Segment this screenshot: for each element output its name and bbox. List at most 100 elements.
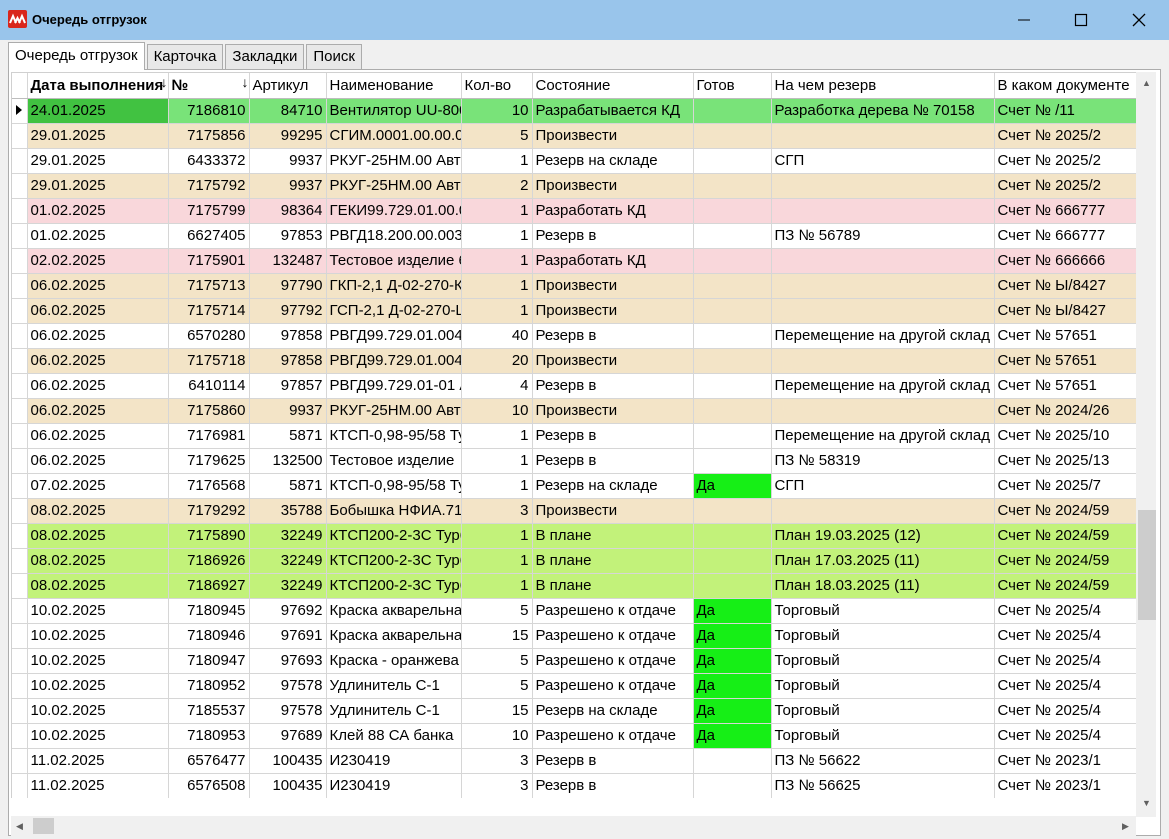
cell-state[interactable]: Произвести (532, 273, 694, 299)
cell-ready[interactable] (693, 423, 772, 449)
cell-document[interactable]: Счет № 57651 (994, 323, 1136, 349)
cell-article[interactable]: 32249 (249, 548, 327, 574)
cell-article[interactable]: 97792 (249, 298, 327, 324)
scroll-right-icon[interactable]: ▶ (1122, 821, 1129, 832)
cell-number[interactable]: 6433372 (168, 148, 250, 174)
cell-date[interactable]: 06.02.2025 (27, 273, 169, 299)
cell-quantity[interactable]: 40 (461, 323, 533, 349)
cell-quantity[interactable]: 1 (461, 298, 533, 324)
row-indicator[interactable] (12, 348, 28, 374)
cell-date[interactable]: 10.02.2025 (27, 598, 169, 624)
table-row[interactable]: 06.02.2025 7175714 97792 ГСП-2,1 Д-02-270-Ш… (12, 298, 1136, 324)
cell-article[interactable]: 97858 (249, 348, 327, 374)
column-header-document[interactable]: В каком документе (994, 73, 1136, 99)
cell-name[interactable]: Бобышка НФИА.71 (326, 498, 462, 524)
table-row[interactable]: 06.02.2025 7176981 5871 КТСП-0,98-95/58 Ту 1… (12, 423, 1136, 449)
row-indicator[interactable] (12, 448, 28, 474)
cell-name[interactable]: Тестовое изделие 6 (326, 248, 462, 274)
cell-reserve[interactable]: СГП (771, 473, 995, 499)
table-row[interactable]: 29.01.2025 6433372 9937 РКУГ-25НМ.00 Авто 1 Р… (12, 148, 1136, 174)
cell-article[interactable]: 97691 (249, 623, 327, 649)
cell-reserve[interactable]: Разработка дерева № 70158 (771, 98, 995, 124)
cell-ready[interactable] (693, 198, 772, 224)
cell-number[interactable]: 7180947 (168, 648, 250, 674)
cell-document[interactable]: Счет № 2025/4 (994, 723, 1136, 749)
cell-ready[interactable] (693, 498, 772, 524)
cell-date[interactable]: 07.02.2025 (27, 473, 169, 499)
table-row[interactable]: 08.02.2025 7186927 32249 КТСП200-2-3С Тур6 1… (12, 573, 1136, 599)
row-indicator[interactable] (12, 748, 28, 774)
cell-document[interactable]: Счет № 666777 (994, 198, 1136, 224)
cell-state[interactable]: Разрешено к отдаче (532, 623, 694, 649)
cell-ready[interactable] (693, 448, 772, 474)
cell-document[interactable]: Счет № 2025/7 (994, 473, 1136, 499)
cell-name[interactable]: КТСП-0,98-95/58 Ту (326, 473, 462, 499)
cell-date[interactable]: 10.02.2025 (27, 648, 169, 674)
cell-document[interactable]: Счет № 2024/59 (994, 548, 1136, 574)
vertical-scrollbar[interactable] (1136, 72, 1156, 817)
cell-quantity[interactable]: 2 (461, 173, 533, 199)
cell-article[interactable]: 132500 (249, 448, 327, 474)
cell-name[interactable]: И230419 (326, 773, 462, 798)
cell-name[interactable]: КТСП-0,98-95/58 Ту (326, 423, 462, 449)
table-row[interactable]: 11.02.2025 6576477 100435 И230419 3 Резерв в П… (12, 748, 1136, 774)
cell-quantity[interactable]: 20 (461, 348, 533, 374)
cell-document[interactable]: Счет № 2025/2 (994, 123, 1136, 149)
cell-ready[interactable] (693, 223, 772, 249)
column-header-state[interactable]: Состояние (532, 73, 694, 99)
row-indicator[interactable] (12, 673, 28, 699)
column-header-date[interactable]: Дата выполнения ↓ (27, 73, 169, 99)
cell-reserve[interactable] (771, 198, 995, 224)
cell-document[interactable]: Счет № 2025/2 (994, 173, 1136, 199)
cell-quantity[interactable]: 1 (461, 198, 533, 224)
cell-quantity[interactable]: 15 (461, 623, 533, 649)
cell-document[interactable]: Счет № Ы/8427 (994, 298, 1136, 324)
column-header-article[interactable]: Артикул (249, 73, 327, 99)
cell-quantity[interactable]: 3 (461, 498, 533, 524)
cell-article[interactable]: 9937 (249, 148, 327, 174)
cell-document[interactable]: Счет № 2025/4 (994, 598, 1136, 624)
cell-article[interactable]: 97693 (249, 648, 327, 674)
cell-document[interactable]: Счет № 2025/4 (994, 623, 1136, 649)
cell-ready[interactable] (693, 398, 772, 424)
cell-document[interactable]: Счет № /11 (994, 98, 1136, 124)
cell-number[interactable]: 7175713 (168, 273, 250, 299)
cell-reserve[interactable]: Торговый (771, 723, 995, 749)
cell-ready[interactable] (693, 273, 772, 299)
cell-article[interactable]: 97578 (249, 673, 327, 699)
cell-name[interactable]: ГКП-2,1 Д-02-270-К (326, 273, 462, 299)
cell-state[interactable]: Разрабатывается КД (532, 98, 694, 124)
cell-date[interactable]: 29.01.2025 (27, 123, 169, 149)
cell-quantity[interactable]: 1 (461, 548, 533, 574)
close-button[interactable] (1110, 0, 1168, 40)
cell-quantity[interactable]: 10 (461, 398, 533, 424)
table-row[interactable]: 01.02.2025 7175799 98364 ГЕКИ99.729.01.00.0… (12, 198, 1136, 224)
cell-quantity[interactable]: 1 (461, 573, 533, 599)
cell-date[interactable]: 08.02.2025 (27, 523, 169, 549)
cell-state[interactable]: Разрешено к отдаче (532, 723, 694, 749)
cell-state[interactable]: В плане (532, 523, 694, 549)
cell-article[interactable]: 100435 (249, 773, 327, 798)
scroll-up-icon[interactable]: ▲ (1142, 78, 1151, 88)
cell-ready[interactable] (693, 773, 772, 798)
cell-date[interactable]: 08.02.2025 (27, 573, 169, 599)
cell-quantity[interactable]: 1 (461, 473, 533, 499)
cell-ready[interactable] (693, 173, 772, 199)
cell-document[interactable]: Счет № 2024/59 (994, 498, 1136, 524)
row-indicator[interactable] (12, 198, 28, 224)
cell-article[interactable]: 100435 (249, 748, 327, 774)
table-row[interactable]: 10.02.2025 7180946 97691 Краска акварельна 1… (12, 623, 1136, 649)
cell-document[interactable]: Счет № 57651 (994, 348, 1136, 374)
table-row[interactable]: 06.02.2025 7175718 97858 РВГД99.729.01.004 2… (12, 348, 1136, 374)
cell-reserve[interactable]: План 17.03.2025 (11) (771, 548, 995, 574)
cell-quantity[interactable]: 10 (461, 723, 533, 749)
cell-date[interactable]: 02.02.2025 (27, 248, 169, 274)
cell-document[interactable]: Счет № 2025/13 (994, 448, 1136, 474)
cell-name[interactable]: КТСП200-2-3С Тур6 (326, 523, 462, 549)
cell-reserve[interactable]: Торговый (771, 698, 995, 724)
cell-ready[interactable] (693, 123, 772, 149)
row-indicator[interactable] (12, 423, 28, 449)
cell-quantity[interactable]: 1 (461, 423, 533, 449)
cell-date[interactable]: 01.02.2025 (27, 223, 169, 249)
tab-search[interactable]: Поиск (306, 44, 362, 69)
